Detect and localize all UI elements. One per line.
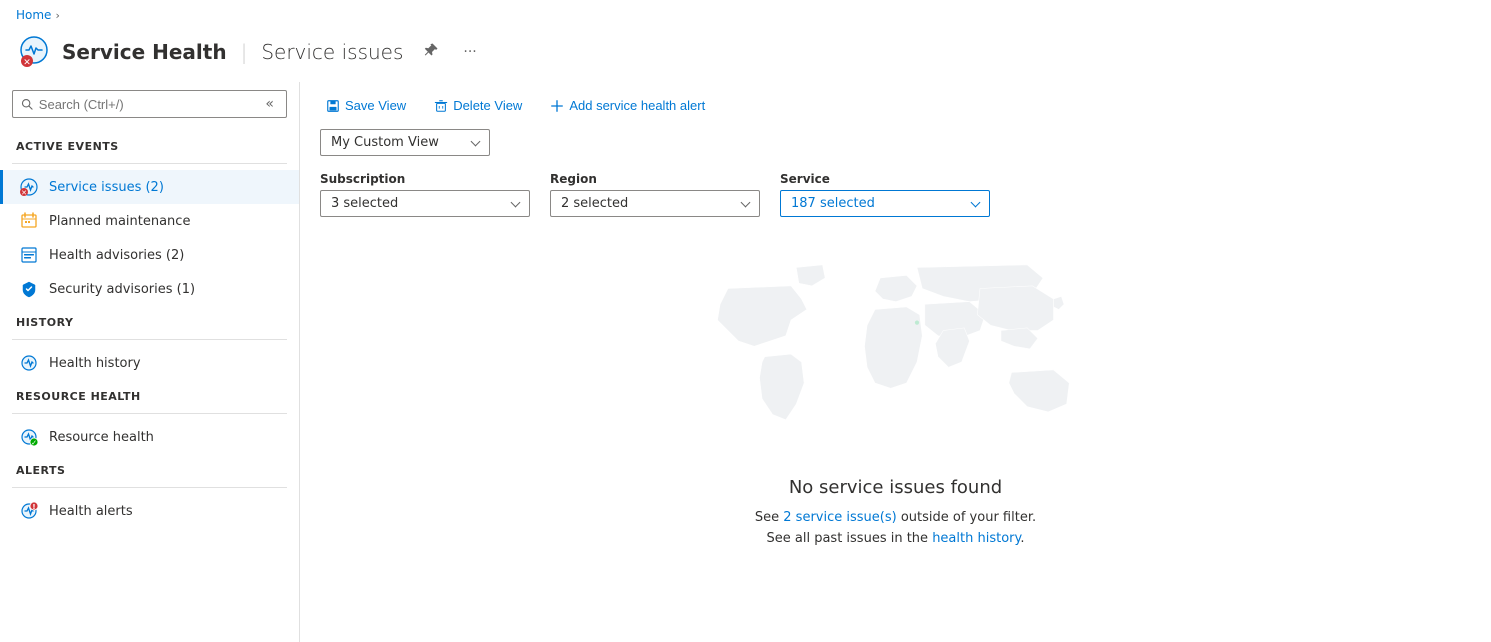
no-issues-title: No service issues found (789, 477, 1002, 498)
region-label: Region (550, 172, 760, 186)
delete-icon (434, 99, 448, 113)
section-divider-resource (12, 413, 287, 414)
page-subtitle: Service issues (261, 40, 403, 64)
service-dropdown[interactable]: 187 selected (780, 190, 990, 217)
search-icon (21, 97, 33, 111)
sidebar-item-label-service-issues: Service issues (2) (49, 180, 164, 195)
no-issues-text: See 2 service issue(s) outside of your f… (755, 508, 1036, 550)
region-dropdown[interactable]: 2 selected (550, 190, 760, 217)
breadcrumb: Home › (0, 0, 1491, 30)
sidebar-item-health-alerts[interactable]: ! Health alerts (0, 494, 299, 528)
sidebar-collapse-button[interactable]: « (261, 96, 278, 112)
main-layout: « ACTIVE EVENTS ✕ Service issues (2) (0, 82, 1491, 642)
health-history-icon (19, 353, 39, 373)
section-label-resource-health: RESOURCE HEALTH (0, 380, 299, 407)
custom-view-dropdown[interactable]: My Custom View (320, 129, 490, 156)
delete-view-button[interactable]: Delete View (428, 94, 528, 117)
pin-button[interactable] (419, 38, 443, 66)
no-issues-line1-prefix: See (755, 510, 783, 525)
service-health-icon: ✕ (16, 34, 52, 70)
health-advisories-icon (19, 245, 39, 265)
service-chevron-icon (971, 198, 981, 208)
service-issues-icon: ✕ (19, 177, 39, 197)
service-label: Service (780, 172, 990, 186)
save-icon (326, 99, 340, 113)
sidebar-item-label-planned-maintenance: Planned maintenance (49, 214, 190, 229)
region-filter: Region 2 selected (550, 172, 760, 217)
add-icon (550, 99, 564, 113)
sidebar-item-health-advisories[interactable]: Health advisories (2) (0, 238, 299, 272)
sidebar-search-container: « (12, 90, 287, 118)
svg-text:✕: ✕ (21, 189, 27, 196)
save-view-button[interactable]: Save View (320, 94, 412, 117)
breadcrumb-separator: › (55, 9, 59, 22)
sidebar-item-resource-health[interactable]: ✓ Resource health (0, 420, 299, 454)
subscription-value: 3 selected (331, 196, 398, 211)
add-alert-button[interactable]: Add service health alert (544, 94, 711, 117)
section-divider-history (12, 339, 287, 340)
page-title: Service Health (62, 40, 227, 64)
svg-text:✕: ✕ (23, 58, 31, 68)
resource-health-icon: ✓ (19, 427, 39, 447)
sidebar-item-label-security-advisories: Security advisories (1) (49, 282, 195, 297)
svg-text:!: ! (32, 503, 35, 511)
region-value: 2 selected (561, 196, 628, 211)
subscription-dropdown[interactable]: 3 selected (320, 190, 530, 217)
section-divider (12, 163, 287, 164)
sidebar-item-label-health-alerts: Health alerts (49, 504, 133, 519)
chevron-down-icon (471, 137, 481, 147)
section-label-alerts: ALERTS (0, 454, 299, 481)
subscription-label: Subscription (320, 172, 530, 186)
breadcrumb-home[interactable]: Home (16, 8, 51, 22)
service-issues-link[interactable]: 2 service issue(s) (783, 510, 896, 525)
no-issues-line1-suffix: outside of your filter. (897, 510, 1036, 525)
sidebar-item-label-health-history: Health history (49, 356, 141, 371)
section-label-history: HISTORY (0, 306, 299, 333)
sidebar-item-service-issues[interactable]: ✕ Service issues (2) (0, 170, 299, 204)
page-header: ✕ Service Health | Service issues ··· (0, 30, 1491, 82)
security-advisories-icon (19, 279, 39, 299)
no-issues-line2-prefix: See all past issues in the (767, 531, 933, 546)
more-options-button[interactable]: ··· (459, 40, 480, 64)
sidebar-item-label-health-advisories: Health advisories (2) (49, 248, 184, 263)
service-value: 187 selected (791, 196, 875, 211)
health-alerts-icon: ! (19, 501, 39, 521)
sidebar: « ACTIVE EVENTS ✕ Service issues (2) (0, 82, 300, 642)
filters-row: Subscription 3 selected Region 2 selecte… (320, 172, 1471, 217)
region-chevron-icon (741, 198, 751, 208)
view-dropdown-label: My Custom View (331, 135, 439, 150)
sidebar-item-security-advisories[interactable]: Security advisories (1) (0, 272, 299, 306)
header-divider: | (241, 40, 248, 64)
health-history-link[interactable]: health history (932, 531, 1020, 546)
sidebar-item-health-history[interactable]: Health history (0, 346, 299, 380)
subscription-chevron-icon (511, 198, 521, 208)
sidebar-item-planned-maintenance[interactable]: Planned maintenance (0, 204, 299, 238)
world-map (686, 257, 1106, 467)
section-divider-alerts (12, 487, 287, 488)
no-issues-line2-suffix: . (1020, 531, 1024, 546)
svg-text:✓: ✓ (31, 439, 37, 446)
search-input[interactable] (39, 97, 256, 112)
toolbar: Save View Delete View Add service health… (320, 94, 1471, 117)
service-filter: Service 187 selected (780, 172, 990, 217)
subscription-filter: Subscription 3 selected (320, 172, 530, 217)
content-area: Save View Delete View Add service health… (300, 82, 1491, 642)
empty-state: No service issues found See 2 service is… (320, 237, 1471, 570)
section-label-active-events: ACTIVE EVENTS (0, 130, 299, 157)
planned-maintenance-icon (19, 211, 39, 231)
sidebar-item-label-resource-health: Resource health (49, 430, 154, 445)
